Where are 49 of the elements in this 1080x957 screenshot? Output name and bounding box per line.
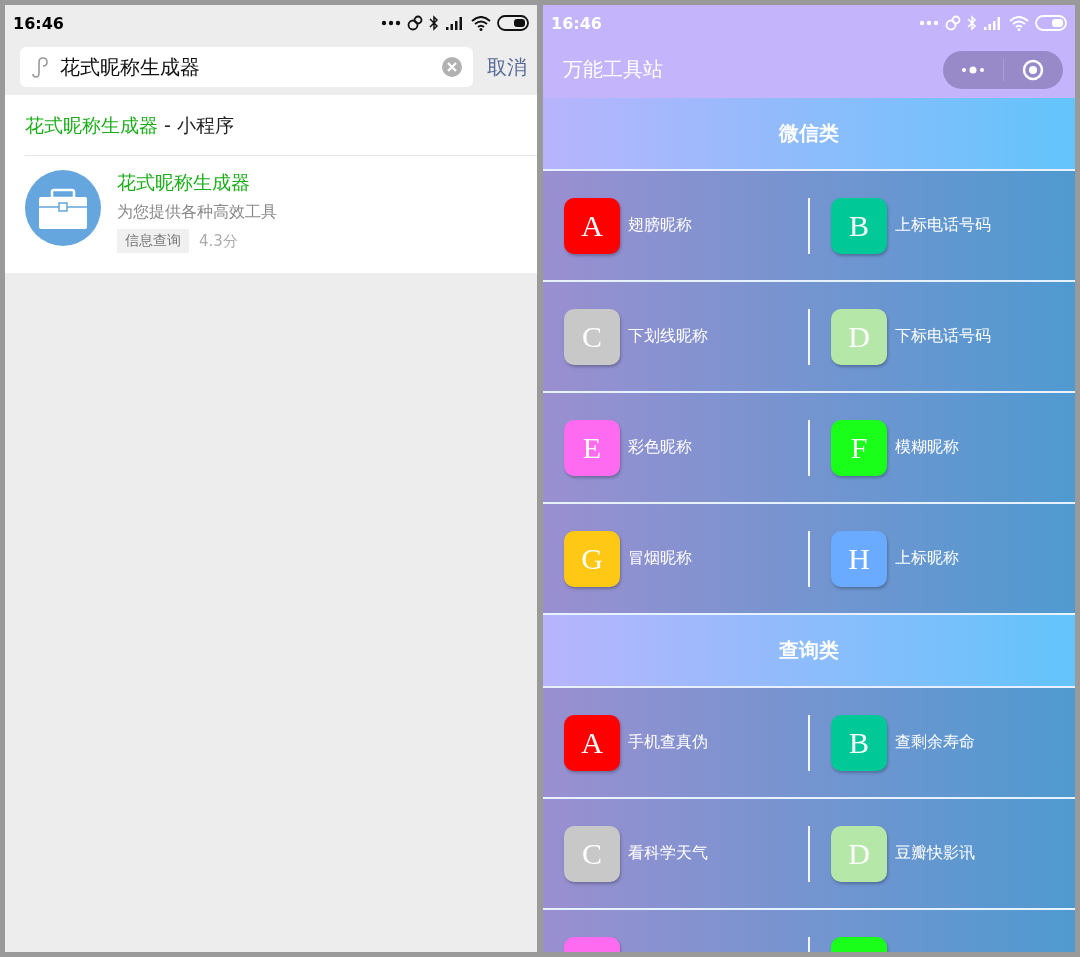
capsule-menu[interactable] bbox=[943, 50, 1063, 89]
tool-label[interactable]: 下划线昵称 bbox=[628, 326, 708, 347]
tool-label[interactable]: 彩色昵称 bbox=[628, 437, 692, 458]
category-tag: 信息查询 bbox=[117, 229, 189, 253]
link-icon bbox=[945, 15, 961, 31]
battery-icon bbox=[1035, 15, 1067, 31]
more-dots-icon bbox=[381, 20, 401, 26]
tool-label[interactable]: 看科学天气 bbox=[628, 843, 708, 864]
tool-letter-icon[interactable]: B bbox=[831, 197, 887, 254]
tool-label[interactable]: 翅膀昵称 bbox=[628, 215, 692, 236]
result-heading: 花式昵称生成器 - 小程序 bbox=[25, 95, 537, 156]
tool-letter-icon[interactable]: E bbox=[564, 419, 620, 476]
status-time: 16:46 bbox=[13, 13, 64, 33]
tool-letter-icon[interactable]: A bbox=[564, 197, 620, 254]
signal-icon bbox=[983, 16, 1003, 30]
tool-label[interactable]: 上标昵称 bbox=[895, 548, 959, 569]
app-description: 为您提供各种高效工具 bbox=[117, 202, 277, 223]
tool-label[interactable]: 下标电话号码 bbox=[895, 326, 991, 347]
search-field[interactable]: 花式昵称生成器 bbox=[20, 47, 473, 87]
section-title: 查询类 bbox=[779, 637, 839, 664]
clear-icon[interactable] bbox=[441, 56, 463, 78]
tool-letter-icon[interactable]: B bbox=[831, 714, 887, 771]
close-target-icon[interactable] bbox=[1022, 58, 1045, 81]
section-title: 微信类 bbox=[779, 120, 839, 147]
more-icon[interactable] bbox=[960, 65, 985, 74]
bluetooth-icon bbox=[429, 15, 439, 31]
tool-label[interactable]: 手机查真伪 bbox=[628, 732, 708, 753]
toolbox-icon[interactable] bbox=[25, 170, 101, 246]
page-title: 万能工具站 bbox=[563, 56, 663, 83]
app-name[interactable]: 花式昵称生成器 bbox=[117, 170, 277, 196]
tool-label[interactable]: 查剩余寿命 bbox=[895, 732, 975, 753]
app-rating: 4.3分 bbox=[199, 231, 238, 251]
tool-label[interactable]: 豆瓣快影讯 bbox=[895, 843, 975, 864]
tool-letter-icon[interactable]: G bbox=[564, 530, 620, 587]
cancel-button[interactable]: 取消 bbox=[487, 53, 527, 81]
bluetooth-icon bbox=[967, 15, 977, 31]
signal-icon bbox=[445, 16, 465, 30]
more-dots-icon bbox=[919, 20, 939, 26]
tool-label[interactable]: 模糊昵称 bbox=[895, 437, 959, 458]
wifi-icon bbox=[471, 15, 491, 31]
battery-icon bbox=[497, 15, 529, 31]
tool-letter-icon[interactable]: H bbox=[831, 530, 887, 587]
mini-program-icon bbox=[30, 56, 50, 78]
status-time: 16:46 bbox=[551, 13, 602, 33]
tool-label[interactable]: 冒烟昵称 bbox=[628, 548, 692, 569]
tool-letter-icon[interactable]: A bbox=[564, 714, 620, 771]
wifi-icon bbox=[1009, 15, 1029, 31]
tool-label[interactable]: 上标电话号码 bbox=[895, 215, 991, 236]
link-icon bbox=[407, 15, 423, 31]
